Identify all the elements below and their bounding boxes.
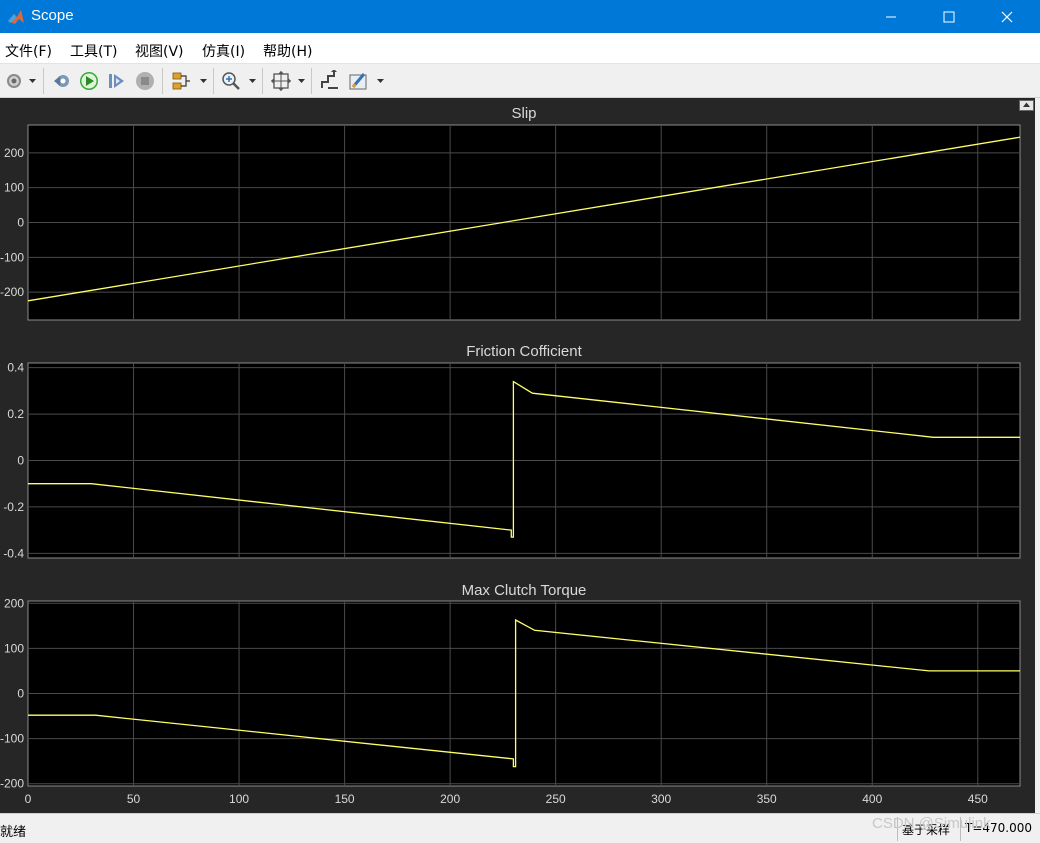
y-tick-label: -200 bbox=[0, 285, 24, 299]
x-tick-label: 450 bbox=[968, 792, 988, 806]
toolbar bbox=[0, 64, 1040, 98]
chevron-down-icon[interactable] bbox=[200, 78, 207, 84]
window-title: Scope bbox=[31, 7, 74, 24]
maximize-icon bbox=[943, 11, 955, 22]
y-tick-label: 200 bbox=[4, 146, 24, 160]
zoom-button[interactable] bbox=[219, 69, 243, 93]
style-button[interactable] bbox=[318, 69, 342, 93]
maximize-button[interactable] bbox=[920, 0, 978, 33]
stop-icon bbox=[136, 72, 154, 90]
x-tick-label: 200 bbox=[440, 792, 460, 806]
chevron-down-icon[interactable] bbox=[377, 78, 384, 84]
undock-plot-icon[interactable] bbox=[1019, 100, 1034, 111]
matlab-logo-icon bbox=[8, 10, 24, 24]
menu-bar: 文件(F) 工具(T) 视图(V) 仿真(I) 帮助(H) bbox=[0, 33, 1040, 86]
step-back-button[interactable] bbox=[50, 69, 74, 93]
y-tick-label: -200 bbox=[0, 777, 24, 791]
y-tick-label: 0 bbox=[17, 216, 24, 230]
status-ready: 就绪 bbox=[0, 825, 27, 840]
x-tick-label: 400 bbox=[862, 792, 882, 806]
autoscale-button[interactable] bbox=[269, 69, 293, 93]
menu-tools[interactable]: 工具(T) bbox=[70, 41, 117, 61]
title-bar[interactable]: Scope bbox=[0, 0, 1040, 33]
status-bar: 就绪 基于采样 T=470.000 bbox=[0, 813, 1040, 843]
y-tick-label: -100 bbox=[0, 250, 24, 264]
scope-plots-svg[interactable]: -200 -100 0 100 200 Slip -0.4 -0.2 0 0.2 0.4 Fricti… bbox=[0, 98, 1040, 813]
status-sample-mode: 基于采样 bbox=[897, 817, 954, 841]
chevron-down-icon[interactable] bbox=[249, 78, 256, 84]
y-tick-label: 0 bbox=[17, 687, 24, 701]
menu-simulation[interactable]: 仿真(I) bbox=[202, 41, 245, 61]
step-forward-icon bbox=[109, 74, 124, 88]
close-icon bbox=[1001, 11, 1013, 22]
status-time: T=470.000 bbox=[960, 817, 1036, 841]
y-tick-label: 0.4 bbox=[7, 361, 24, 375]
x-tick-label: 0 bbox=[25, 792, 32, 806]
zoom-icon bbox=[222, 72, 240, 90]
y-tick-label: 0.2 bbox=[7, 407, 24, 421]
y-tick-label: -0.4 bbox=[3, 546, 24, 560]
window-edge bbox=[1035, 98, 1040, 813]
menu-view[interactable]: 视图(V) bbox=[135, 41, 184, 61]
chevron-down-icon[interactable] bbox=[298, 78, 305, 84]
y-tick-label: 100 bbox=[4, 641, 24, 655]
close-button[interactable] bbox=[978, 0, 1036, 33]
y-tick-label: -100 bbox=[0, 732, 24, 746]
step-back-icon bbox=[54, 75, 69, 87]
run-button[interactable] bbox=[77, 69, 101, 93]
settings-icon bbox=[7, 74, 21, 88]
x-tick-label: 350 bbox=[757, 792, 777, 806]
chevron-down-icon[interactable] bbox=[29, 78, 36, 84]
stop-button[interactable] bbox=[133, 69, 157, 93]
run-icon bbox=[80, 72, 98, 90]
measure-icon bbox=[349, 73, 367, 90]
minimize-button[interactable] bbox=[862, 0, 920, 33]
x-tick-label: 300 bbox=[651, 792, 671, 806]
axes-title: Max Clutch Torque bbox=[462, 582, 587, 599]
axes-title: Slip bbox=[511, 105, 536, 122]
x-tick-label: 100 bbox=[229, 792, 249, 806]
menu-help[interactable]: 帮助(H) bbox=[263, 41, 312, 61]
x-tick-label: 150 bbox=[335, 792, 355, 806]
scope-plot-area[interactable]: -200 -100 0 100 200 Slip -0.4 -0.2 0 0.2 0.4 Fricti… bbox=[0, 98, 1040, 813]
y-tick-label: 0 bbox=[17, 454, 24, 468]
style-icon bbox=[321, 70, 338, 89]
settings-button[interactable] bbox=[2, 69, 26, 93]
measure-button[interactable] bbox=[347, 69, 371, 93]
axes-title: Friction Cofficient bbox=[466, 343, 582, 360]
signal-select-button[interactable] bbox=[169, 69, 193, 93]
x-tick-label: 250 bbox=[546, 792, 566, 806]
x-tick-label: 50 bbox=[127, 792, 141, 806]
minimize-icon bbox=[886, 16, 896, 17]
y-tick-label: 200 bbox=[4, 596, 24, 610]
signal-select-icon bbox=[172, 72, 190, 90]
y-tick-label: 100 bbox=[4, 181, 24, 195]
step-forward-button[interactable] bbox=[104, 69, 128, 93]
menu-file[interactable]: 文件(F) bbox=[5, 41, 52, 61]
y-tick-label: -0.2 bbox=[3, 500, 24, 514]
autoscale-icon bbox=[271, 71, 291, 91]
